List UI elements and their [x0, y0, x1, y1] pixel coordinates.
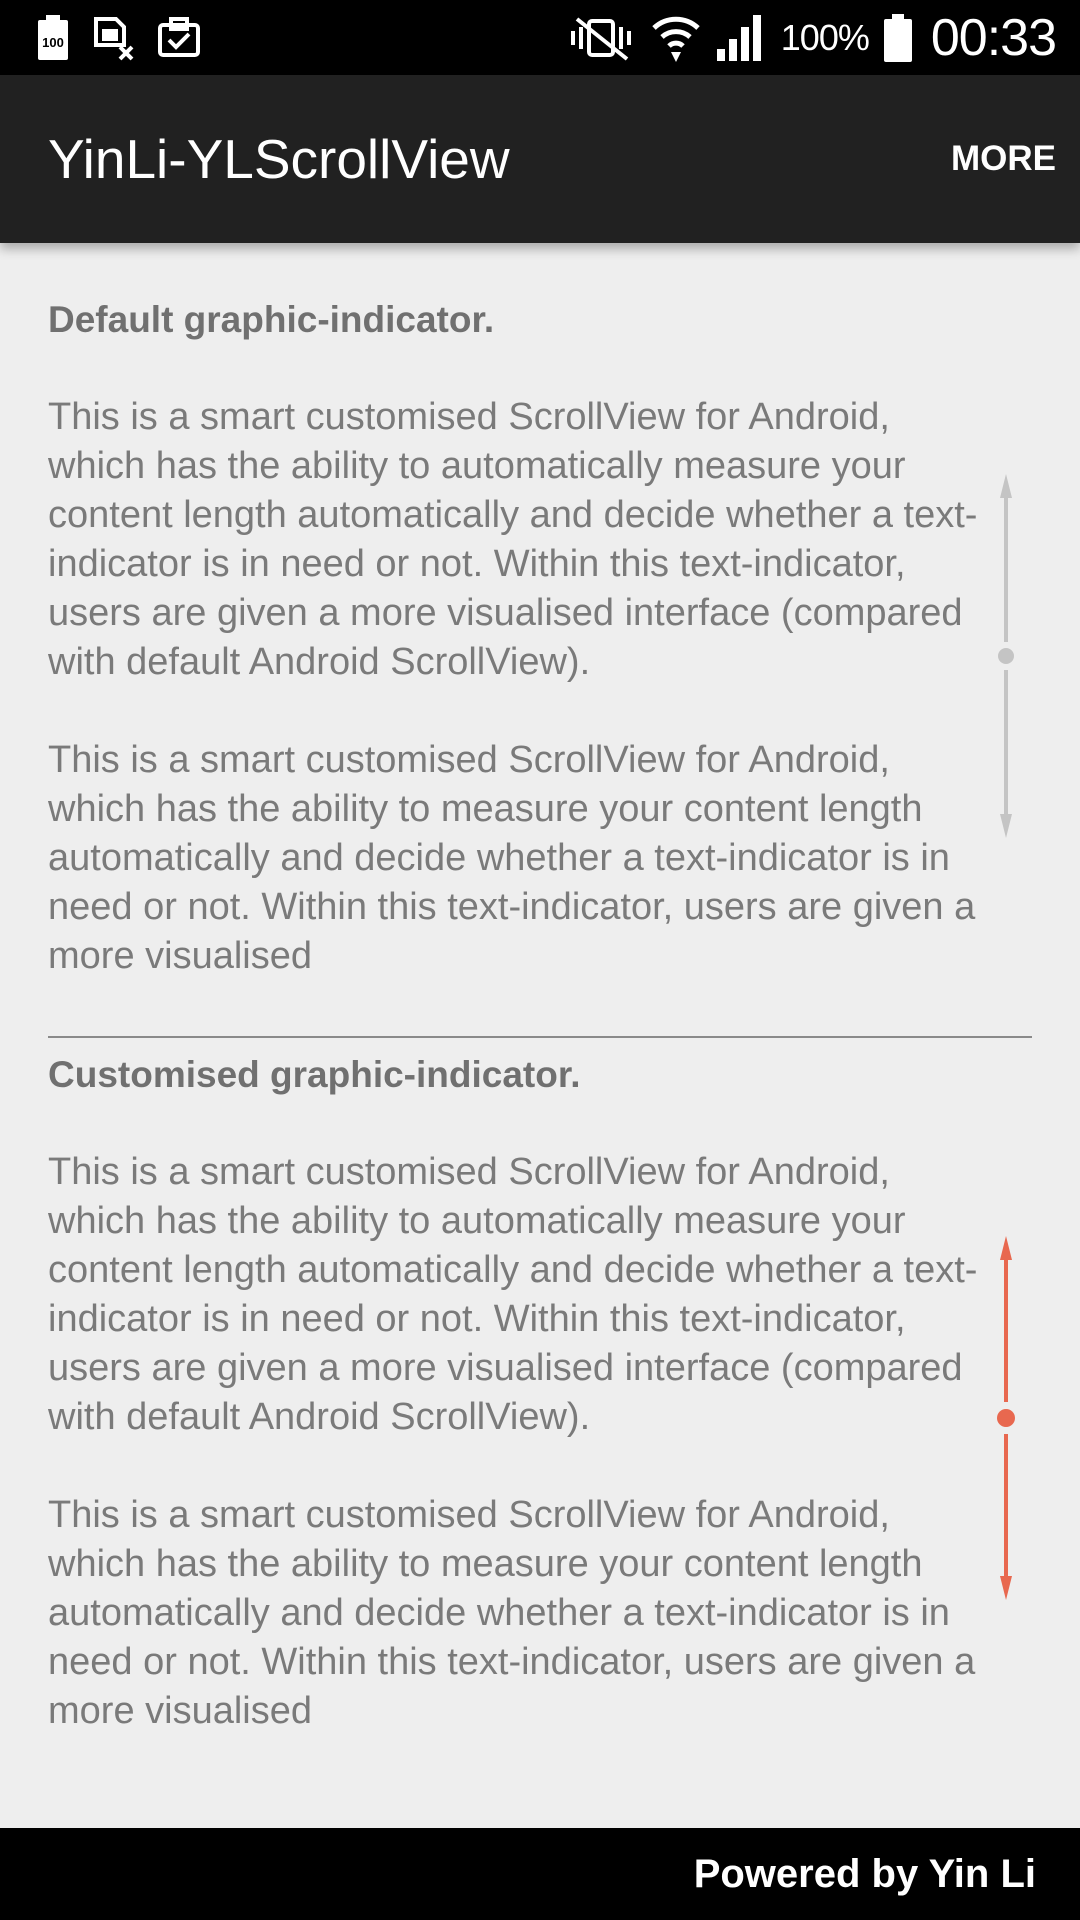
battery-icon	[883, 13, 913, 62]
section-paragraph: This is a smart customised ScrollView fo…	[48, 396, 978, 683]
sim-card-off-icon	[90, 15, 136, 61]
wifi-icon	[651, 10, 701, 66]
customised-scroll-view[interactable]: Customised graphic-indicator. This is a …	[48, 1050, 978, 1792]
default-scroll-view[interactable]: Default graphic-indicator. This is a sma…	[48, 295, 978, 1025]
default-indicator-section: Default graphic-indicator. This is a sma…	[0, 243, 1080, 1020]
battery-100-icon: 100	[36, 15, 70, 61]
section-paragraph: This is a smart customised ScrollView fo…	[48, 739, 976, 977]
battery-percent: 100%	[780, 16, 870, 58]
svg-text:100: 100	[42, 35, 64, 50]
status-bar-system: 100% 00:33	[565, 0, 1057, 75]
section-paragraph: This is a smart customised ScrollView fo…	[48, 1494, 976, 1732]
status-clock: 00:33	[930, 8, 1057, 67]
status-bar: 100 100% 00:33	[0, 0, 1080, 75]
section-paragraph: This is a smart customised ScrollView fo…	[48, 1151, 978, 1438]
default-scroll-indicator[interactable]	[990, 470, 1022, 842]
footer-credit: Powered by Yin Li	[693, 1852, 1036, 1896]
section-heading: Customised graphic-indicator.	[48, 1054, 581, 1095]
app-bar: YinLi-YLScrollView MORE	[0, 75, 1080, 243]
customised-indicator-section: Customised graphic-indicator. This is a …	[0, 1037, 1080, 1777]
app-title: YinLi-YLScrollView	[48, 128, 510, 190]
cellular-signal-icon	[715, 13, 767, 63]
footer-bar: Powered by Yin Li	[0, 1828, 1080, 1920]
more-button[interactable]: MORE	[939, 129, 1056, 189]
customised-scroll-indicator[interactable]	[990, 1232, 1022, 1604]
status-bar-notifications: 100	[36, 14, 202, 62]
section-heading: Default graphic-indicator.	[48, 299, 495, 340]
vibrate-mute-icon	[565, 15, 637, 61]
clipboard-check-icon	[156, 15, 202, 61]
